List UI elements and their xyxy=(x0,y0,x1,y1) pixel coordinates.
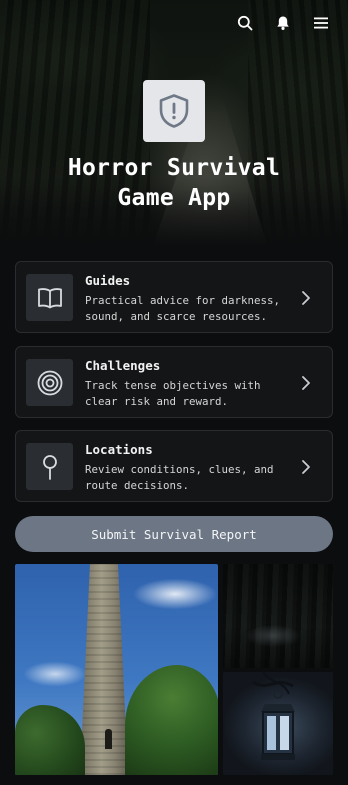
menu-icon[interactable] xyxy=(312,14,330,32)
gallery-image-dark-forest xyxy=(223,564,333,668)
chevron-right-icon xyxy=(302,460,310,474)
card-icon-box xyxy=(26,443,73,490)
map-pin-icon xyxy=(42,454,57,480)
top-navigation xyxy=(236,14,330,32)
gallery-image-round-tower xyxy=(15,564,218,775)
card-description: Review conditions, clues, and route deci… xyxy=(85,463,274,492)
card-icon-box xyxy=(26,274,73,321)
stone-tower xyxy=(80,564,128,775)
card-icon-box xyxy=(26,359,73,406)
card-title: Challenges xyxy=(85,358,161,373)
book-icon xyxy=(37,287,62,308)
card-title: Locations xyxy=(85,442,153,457)
gallery-image-lantern xyxy=(223,672,333,775)
chevron-right-icon xyxy=(302,291,310,305)
chevron-right-icon xyxy=(302,376,310,390)
card-locations[interactable]: Locations Review conditions, clues, and … xyxy=(15,430,333,502)
search-icon[interactable] xyxy=(236,14,254,32)
shield-alert-icon xyxy=(159,94,189,128)
card-guides[interactable]: Guides Practical advice for darkness, so… xyxy=(15,261,333,333)
card-description: Track tense objectives with clear risk a… xyxy=(85,379,261,408)
page-title: Horror Survival Game App xyxy=(0,153,348,213)
card-challenges[interactable]: Challenges Track tense objectives with c… xyxy=(15,346,333,418)
card-title: Guides xyxy=(85,273,131,288)
submit-survival-report-button[interactable]: Submit Survival Report xyxy=(15,516,333,552)
lantern-illustration xyxy=(252,672,295,760)
target-icon xyxy=(37,370,62,395)
app-logo xyxy=(143,80,205,142)
card-description: Practical advice for darkness, sound, an… xyxy=(85,294,281,323)
bell-icon[interactable] xyxy=(274,14,292,32)
page-title-text: Horror Survival Game App xyxy=(67,155,281,211)
submit-button-label: Submit Survival Report xyxy=(91,526,257,542)
